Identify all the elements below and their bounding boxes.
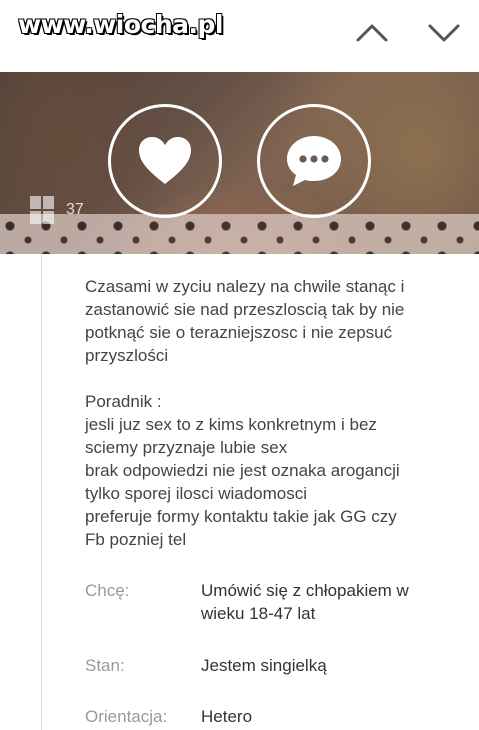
chevron-down-icon[interactable]	[424, 14, 464, 50]
detail-value: Umówić się z chłopakiem w wieku 18-47 la…	[201, 581, 409, 623]
guide-paragraph: Poradnik : jesli juz sex to z kims konkr…	[85, 390, 465, 551]
detail-value: Jestem singielką	[201, 656, 327, 675]
description-line: Czasami w zyciu nalezy na chwile stanąc …	[85, 277, 405, 296]
chevron-up-icon[interactable]	[352, 14, 392, 50]
description-line: przyszlości	[85, 346, 169, 365]
gallery-grid-icon	[30, 196, 54, 224]
description-line: Fb pozniej tel	[85, 530, 187, 549]
watermark: www.wiocha.pl	[18, 10, 223, 39]
intro-paragraph: Czasami w zyciu nalezy na chwile stanąc …	[85, 275, 465, 367]
photo-count: 37	[66, 201, 84, 218]
description-line: tylko sporej ilosci wiadomosci	[85, 484, 308, 503]
description-line: zastanowić sie nad przeszloscią tak by n…	[85, 300, 405, 319]
description-line: preferuje formy kontaktu takie jak GG cz…	[85, 507, 397, 526]
photo-gallery-link[interactable]: 37	[30, 196, 84, 224]
divider-line	[41, 254, 42, 730]
description-line: sciemy przyznaje lubie sex	[85, 438, 288, 457]
detail-label: Orientacja:	[85, 707, 168, 726]
detail-label: Stan:	[85, 656, 125, 675]
description-line: Poradnik :	[85, 392, 162, 411]
profile-photo[interactable]	[0, 72, 479, 254]
profile-description: Czasami w zyciu nalezy na chwile stanąc …	[85, 275, 465, 551]
like-button[interactable]	[108, 104, 222, 218]
heart-icon	[139, 137, 191, 184]
description-line: brak odpowiedzi nie jest oznaka arogancj…	[85, 461, 400, 480]
detail-label: Chcę:	[85, 581, 130, 600]
description-line: potknąć sie o terazniejszosc i nie zepsu…	[85, 323, 393, 342]
detail-value: Hetero	[201, 707, 253, 726]
top-bar: www.wiocha.pl	[0, 0, 479, 72]
description-line: jesli juz sex to z kims konkretnym i bez	[85, 415, 377, 434]
chat-bubble-icon	[287, 136, 341, 186]
message-button[interactable]	[257, 104, 371, 218]
